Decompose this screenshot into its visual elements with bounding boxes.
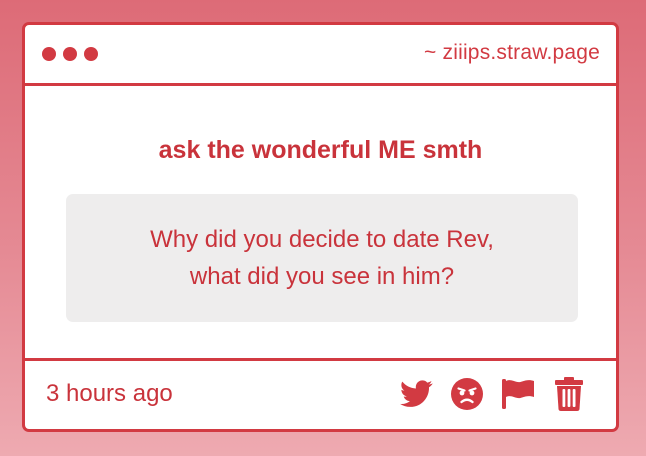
question-text-line2: what did you see in him? (189, 263, 455, 290)
question-text-line1: Why did you decide to date Rev, (150, 226, 494, 253)
window-controls (42, 47, 98, 61)
page-title: ask the wonderful ME smth (158, 136, 483, 164)
window-dot-icon (84, 47, 98, 61)
action-icons (399, 377, 586, 411)
trash-icon[interactable] (552, 377, 586, 411)
window-titlebar: ~ ziiips.straw.page (25, 25, 616, 86)
ask-card: ~ ziiips.straw.page ask the wonderful ME… (22, 22, 619, 432)
window-dot-icon (42, 47, 56, 61)
timestamp: 3 hours ago (46, 380, 173, 407)
page-url[interactable]: ~ ziiips.straw.page (424, 41, 600, 65)
angry-face-icon[interactable] (450, 377, 484, 411)
flag-icon[interactable] (501, 377, 535, 411)
card-footer: 3 hours ago (25, 361, 616, 429)
twitter-icon[interactable] (399, 377, 433, 411)
question-section: ask the wonderful ME smth Why did you de… (25, 86, 616, 361)
window-dot-icon (63, 47, 77, 61)
question-box: Why did you decide to date Rev, what did… (66, 194, 578, 322)
